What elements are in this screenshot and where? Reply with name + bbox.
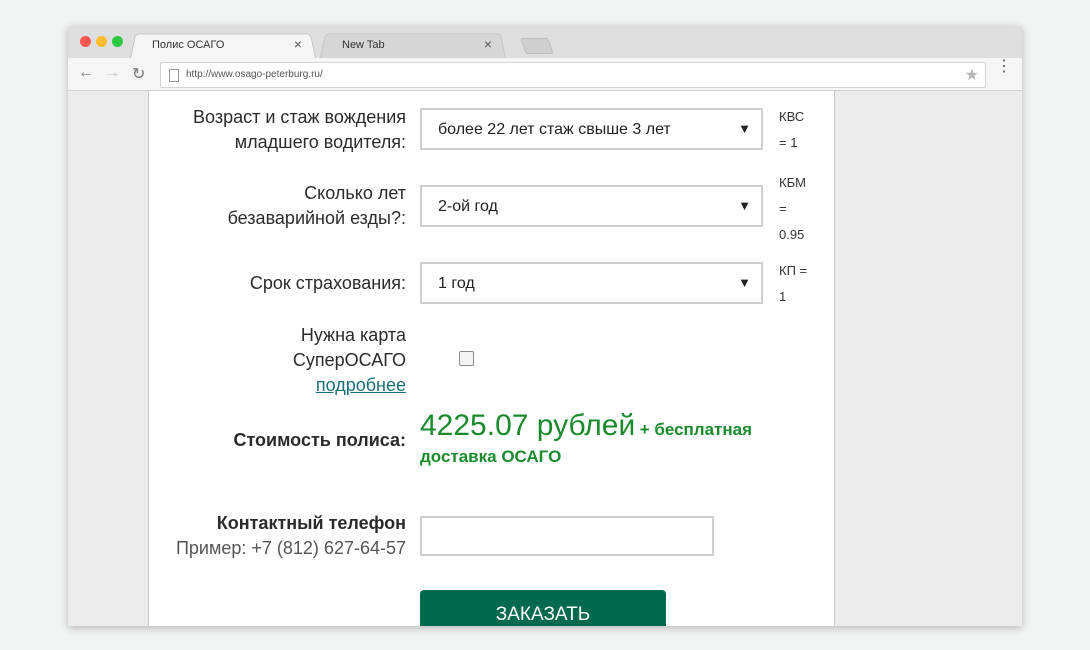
address-bar[interactable]: http://www.osago-peterburg.ru/ ★ — [160, 62, 986, 88]
superosago-checkbox[interactable] — [459, 351, 474, 366]
phone-label: Контактный телефон Пример: +7 (812) 627-… — [176, 511, 406, 561]
select-value: 1 год — [438, 275, 475, 292]
age-experience-select[interactable]: более 22 лет стаж свыше 3 лет ▼ — [420, 108, 763, 150]
free-delivery-note-line2: доставка ОСАГО — [420, 447, 562, 466]
policy-cost-label: Стоимость полиса: — [233, 430, 406, 450]
new-tab-button[interactable] — [520, 38, 554, 54]
dropdown-arrow-icon: ▼ — [738, 121, 751, 136]
phone-example: Пример: +7 (812) 627-64-57 — [175, 538, 406, 558]
form-container: Возраст и стаж вождения младшего водител… — [148, 91, 835, 626]
browser-toolbar: ← → ↻ http://www.osago-peterburg.ru/ ★ ⋮ — [68, 58, 1022, 91]
tab-close-icon[interactable]: × — [484, 36, 492, 52]
insurance-term-label: Срок страхования: — [249, 273, 406, 293]
title-bar: Полис ОСАГО × New Tab × — [68, 26, 1022, 58]
minimize-window-button[interactable] — [96, 36, 107, 47]
close-window-button[interactable] — [80, 36, 91, 47]
accident-free-select[interactable]: 2-ой год ▼ — [420, 185, 763, 227]
tab-close-icon[interactable]: × — [294, 36, 302, 52]
select-value: более 22 лет стаж свыше 3 лет — [438, 121, 671, 138]
forward-arrow-icon[interactable]: → — [104, 64, 120, 82]
kvs-coefficient: КВС = 1 — [779, 109, 805, 150]
superosago-card-label: Нужна карта СуперОСАГО подробнее — [292, 325, 406, 395]
browser-menu-icon[interactable]: ⋮ — [996, 59, 1012, 75]
browser-window: Полис ОСАГО × New Tab × ← → ↻ http://www… — [68, 26, 1022, 626]
phone-input[interactable] — [420, 516, 714, 556]
maximize-window-button[interactable] — [112, 36, 123, 47]
free-delivery-note: + бесплатная — [639, 420, 753, 439]
kp-coefficient: КП = 1 — [779, 263, 808, 304]
page-icon — [169, 69, 179, 82]
tab-polis-osago[interactable]: Полис ОСАГО × — [130, 32, 316, 58]
select-value: 2-ой год — [438, 198, 498, 215]
url-text[interactable]: http://www.osago-peterburg.ru/ — [186, 69, 323, 80]
page-viewport: Возраст и стаж вождения младшего водител… — [68, 91, 1022, 626]
tab-new-tab[interactable]: New Tab × — [320, 32, 506, 58]
age-experience-label: Возраст и стаж вождения младшего водител… — [193, 107, 406, 152]
tab-label: New Tab — [342, 39, 385, 51]
back-arrow-icon[interactable]: ← — [78, 64, 94, 82]
dropdown-arrow-icon: ▼ — [738, 198, 751, 213]
price-amount: 4225.07 рублей — [420, 409, 636, 442]
accident-free-label: Сколько лет безаварийной езды?: — [227, 183, 406, 228]
order-button[interactable]: ЗАКАЗАТЬ — [420, 590, 666, 626]
kbm-coefficient: КБМ = 0.95 — [779, 175, 806, 242]
policy-price: 4225.07 рублей + бесплатная доставка ОСА… — [420, 409, 780, 467]
bookmark-star-icon[interactable]: ★ — [965, 65, 979, 85]
tab-label: Полис ОСАГО — [152, 39, 225, 51]
insurance-term-select[interactable]: 1 год ▼ — [420, 262, 763, 304]
reload-icon[interactable]: ↻ — [132, 64, 145, 84]
dropdown-arrow-icon: ▼ — [738, 275, 751, 290]
more-details-link[interactable]: подробнее — [316, 375, 406, 395]
